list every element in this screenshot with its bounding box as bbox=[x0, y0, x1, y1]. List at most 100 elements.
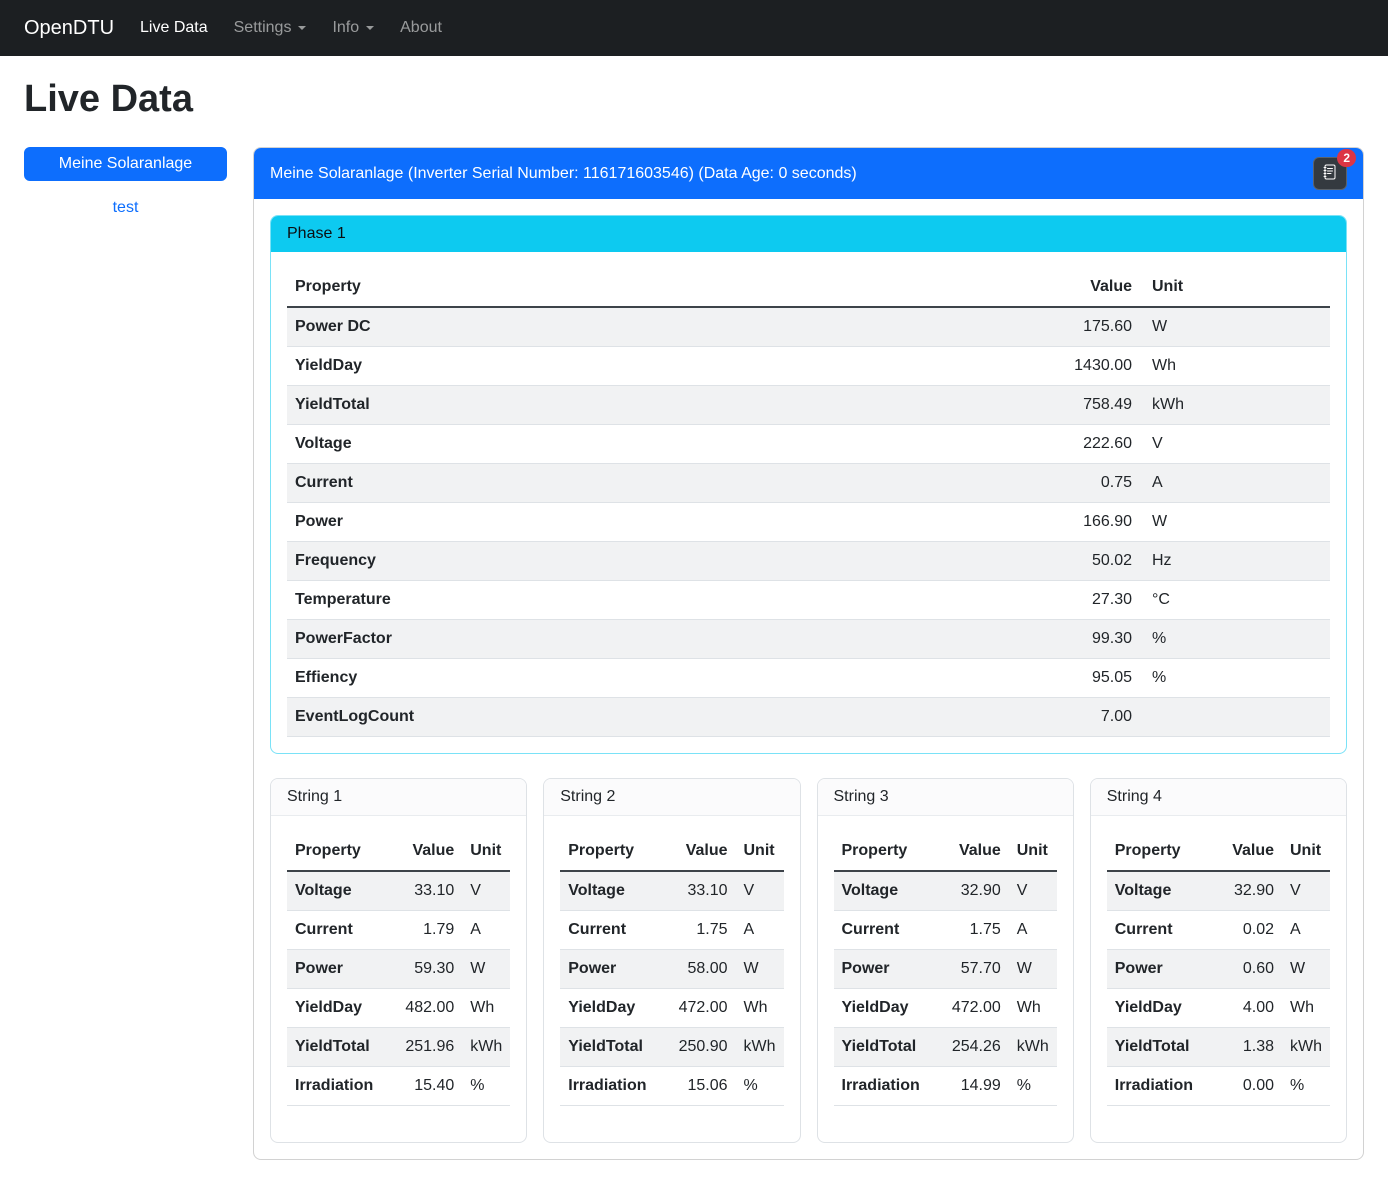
row-property: Irradiation bbox=[834, 1067, 944, 1106]
inverter-select-button[interactable]: Meine Solaranlage bbox=[24, 147, 227, 181]
inverter-card-header: Meine Solaranlage (Inverter Serial Numbe… bbox=[254, 148, 1363, 199]
table-header-row: Property Value Unit bbox=[560, 832, 783, 871]
row-property: Current bbox=[1107, 911, 1218, 950]
column-header-value: Value bbox=[1218, 832, 1282, 871]
column-header-unit: Unit bbox=[736, 832, 784, 871]
column-header-value: Value bbox=[397, 832, 462, 871]
table-row: YieldTotal254.26kWh bbox=[834, 1028, 1057, 1067]
table-row: YieldDay1430.00Wh bbox=[287, 347, 1330, 386]
row-property: PowerFactor bbox=[287, 620, 1030, 659]
table-row: Irradiation14.99% bbox=[834, 1067, 1057, 1106]
table-row: Current0.02A bbox=[1107, 911, 1330, 950]
string-table: Property Value Unit Voltage32.90V Curren… bbox=[1107, 832, 1330, 1106]
row-property: Irradiation bbox=[287, 1067, 397, 1106]
strings-row: String 1 Property Value Unit bbox=[270, 778, 1347, 1143]
string-card-title: String 4 bbox=[1091, 779, 1346, 816]
nav-item-about[interactable]: About bbox=[392, 11, 450, 45]
row-value: 95.05 bbox=[1030, 659, 1140, 698]
eventlog-count-badge: 2 bbox=[1337, 149, 1356, 167]
string-table: Property Value Unit Voltage33.10V Curren… bbox=[560, 832, 783, 1106]
inverter-sidebar: Meine Solaranlage test bbox=[24, 147, 227, 217]
table-row: Voltage33.10V bbox=[560, 871, 783, 911]
brand-logo[interactable]: OpenDTU bbox=[24, 17, 114, 40]
column-header-value: Value bbox=[944, 832, 1009, 871]
row-value: 758.49 bbox=[1030, 386, 1140, 425]
table-header-row: Property Value Unit bbox=[834, 832, 1057, 871]
row-property: Irradiation bbox=[1107, 1067, 1218, 1106]
caret-down-icon bbox=[366, 26, 374, 30]
table-row: YieldDay472.00Wh bbox=[834, 989, 1057, 1028]
row-property: Current bbox=[287, 464, 1030, 503]
row-property: Power bbox=[287, 950, 397, 989]
column-header-value: Value bbox=[1030, 268, 1140, 307]
table-row: Power59.30W bbox=[287, 950, 510, 989]
phase-card: Phase 1 Property Value Unit bbox=[270, 215, 1347, 754]
phase-table: Property Value Unit Power DC175.60W Yiel… bbox=[287, 268, 1330, 737]
row-value: 0.00 bbox=[1218, 1067, 1282, 1106]
table-row: Power166.90W bbox=[287, 503, 1330, 542]
row-unit: V bbox=[736, 871, 784, 911]
table-row: Irradiation15.40% bbox=[287, 1067, 510, 1106]
row-unit: W bbox=[1140, 503, 1330, 542]
row-value: 175.60 bbox=[1030, 307, 1140, 347]
row-unit: W bbox=[1282, 950, 1330, 989]
row-unit: % bbox=[1282, 1067, 1330, 1106]
nav-item-info[interactable]: Info bbox=[324, 11, 382, 45]
row-property: EventLogCount bbox=[287, 698, 1030, 737]
row-property: Current bbox=[560, 911, 670, 950]
string-card-1: String 1 Property Value Unit bbox=[270, 778, 527, 1143]
eventlog-button[interactable]: 2 bbox=[1313, 157, 1347, 190]
row-value: 1.38 bbox=[1218, 1028, 1282, 1067]
row-value: 250.90 bbox=[671, 1028, 736, 1067]
row-property: YieldDay bbox=[1107, 989, 1218, 1028]
row-unit: kWh bbox=[1282, 1028, 1330, 1067]
nav-item-settings[interactable]: Settings bbox=[226, 11, 315, 45]
string-card-title: String 2 bbox=[544, 779, 799, 816]
row-value: 99.30 bbox=[1030, 620, 1140, 659]
column-header-property: Property bbox=[1107, 832, 1218, 871]
row-value: 0.75 bbox=[1030, 464, 1140, 503]
table-row: Irradiation0.00% bbox=[1107, 1067, 1330, 1106]
row-property: YieldDay bbox=[287, 347, 1030, 386]
row-unit: kWh bbox=[736, 1028, 784, 1067]
row-unit: Wh bbox=[736, 989, 784, 1028]
row-value: 472.00 bbox=[944, 989, 1009, 1028]
row-unit: Hz bbox=[1140, 542, 1330, 581]
row-value: 14.99 bbox=[944, 1067, 1009, 1106]
table-row: YieldTotal1.38kWh bbox=[1107, 1028, 1330, 1067]
row-property: Voltage bbox=[834, 871, 944, 911]
row-unit: °C bbox=[1140, 581, 1330, 620]
inverter-card-title: Meine Solaranlage (Inverter Serial Numbe… bbox=[270, 165, 857, 183]
nav-item-live-data[interactable]: Live Data bbox=[132, 11, 216, 45]
row-value: 1.75 bbox=[944, 911, 1009, 950]
table-row: EventLogCount7.00 bbox=[287, 698, 1330, 737]
column-header-unit: Unit bbox=[1282, 832, 1330, 871]
page-container: Live Data Meine Solaranlage test Meine S… bbox=[0, 56, 1388, 1184]
row-value: 1430.00 bbox=[1030, 347, 1140, 386]
table-header-row: Property Value Unit bbox=[287, 268, 1330, 307]
row-unit: kWh bbox=[1009, 1028, 1057, 1067]
navbar: OpenDTU Live Data Settings Info About bbox=[0, 0, 1388, 56]
row-value: 27.30 bbox=[1030, 581, 1140, 620]
nav-links: Live Data Settings Info About bbox=[132, 11, 460, 45]
string-table: Property Value Unit Voltage33.10V Curren… bbox=[287, 832, 510, 1106]
table-row: Voltage33.10V bbox=[287, 871, 510, 911]
inverter-select-test[interactable]: test bbox=[24, 199, 227, 217]
row-property: Frequency bbox=[287, 542, 1030, 581]
row-property: Current bbox=[287, 911, 397, 950]
row-value: 251.96 bbox=[397, 1028, 462, 1067]
row-value: 50.02 bbox=[1030, 542, 1140, 581]
column-header-unit: Unit bbox=[462, 832, 510, 871]
row-property: Power bbox=[560, 950, 670, 989]
string-card-2: String 2 Property Value Unit bbox=[543, 778, 800, 1143]
table-row: Effiency95.05% bbox=[287, 659, 1330, 698]
table-row: YieldTotal758.49kWh bbox=[287, 386, 1330, 425]
row-value: 0.02 bbox=[1218, 911, 1282, 950]
row-unit: V bbox=[462, 871, 510, 911]
row-unit: W bbox=[1009, 950, 1057, 989]
row-value: 254.26 bbox=[944, 1028, 1009, 1067]
table-row: Voltage32.90V bbox=[834, 871, 1057, 911]
row-unit: W bbox=[462, 950, 510, 989]
row-property: YieldTotal bbox=[1107, 1028, 1218, 1067]
row-property: Power bbox=[834, 950, 944, 989]
